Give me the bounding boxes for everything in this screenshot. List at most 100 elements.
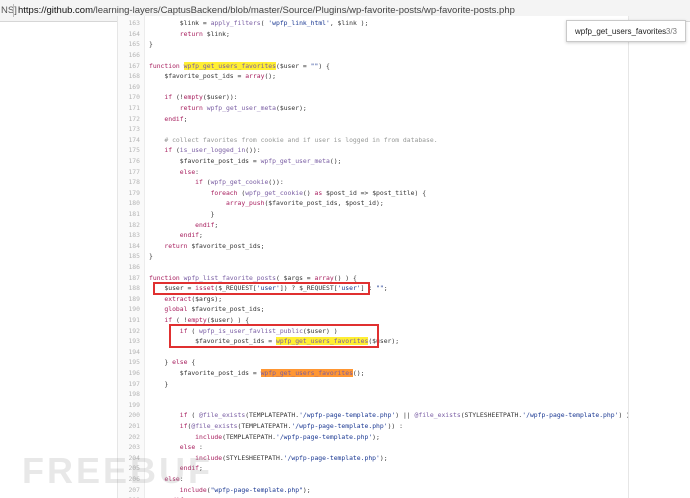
line-number[interactable]: 191 bbox=[118, 315, 140, 326]
line-number[interactable]: 200 bbox=[118, 410, 140, 421]
code-line: 189 extract($args); bbox=[118, 294, 628, 305]
code-text: $favorite_post_ids = wpfp_get_user_meta(… bbox=[149, 157, 342, 165]
watermark-logo: FREEBUF bbox=[22, 450, 213, 491]
url-path: /learning-layers/CaptusBackend/blob/mast… bbox=[92, 5, 515, 16]
line-number[interactable]: 196 bbox=[118, 368, 140, 379]
find-query-text[interactable]: wpfp_get_users_favorites bbox=[575, 27, 666, 36]
code-text: if (!empty($user)): bbox=[164, 93, 238, 102]
line-number[interactable]: 174 bbox=[118, 135, 140, 146]
line-number[interactable]: 201 bbox=[118, 421, 140, 432]
line-number[interactable]: 186 bbox=[118, 262, 140, 273]
code-text: endif; bbox=[164, 114, 188, 123]
code-line: 197 } bbox=[118, 379, 628, 390]
line-number[interactable]: 187 bbox=[118, 273, 140, 284]
code-text: array_push($favorite_post_ids, $post_id)… bbox=[225, 199, 384, 208]
code-text: include(TEMPLATEPATH.'/wpfp-page-templat… bbox=[195, 432, 380, 441]
code-line: 201 if(@file_exists(TEMPLATEPATH.'/wpfp-… bbox=[118, 421, 628, 432]
code-line: 198 bbox=[118, 389, 628, 400]
line-number[interactable]: 184 bbox=[118, 241, 140, 252]
line-number[interactable]: 193 bbox=[118, 336, 140, 347]
code-line: 172 endif; bbox=[118, 114, 628, 125]
code-text: return wpfp_get_user_meta($user); bbox=[179, 104, 307, 112]
code-line: 168 $favorite_post_ids = array(); bbox=[118, 71, 628, 82]
code-line: 199 bbox=[118, 400, 628, 411]
annotation-box-favlist-public bbox=[169, 324, 379, 349]
line-number[interactable]: 188 bbox=[118, 283, 140, 294]
annotation-box-user-request bbox=[153, 281, 370, 296]
line-number[interactable]: 195 bbox=[118, 357, 140, 368]
code-line: 163 $link = apply_filters( 'wpfp_link_ht… bbox=[118, 18, 628, 29]
code-line: 177 else: bbox=[118, 167, 628, 178]
code-line: 194 bbox=[118, 347, 628, 358]
line-number[interactable]: 202 bbox=[118, 432, 140, 443]
line-number[interactable]: 163 bbox=[118, 18, 140, 29]
code-line: 186 bbox=[118, 262, 628, 273]
code-text: } bbox=[149, 210, 215, 218]
code-line: 164 return $link; bbox=[118, 29, 628, 40]
line-number[interactable]: 190 bbox=[118, 304, 140, 315]
url-prefix: NS] bbox=[1, 5, 17, 16]
url-text[interactable]: https://github.com/learning-layers/Captu… bbox=[18, 5, 515, 16]
code-line: 167 function wpfp_get_users_favorites($us… bbox=[118, 61, 628, 72]
code-text: $favorite_post_ids = wpfp_get_users_favo… bbox=[149, 369, 365, 377]
line-number[interactable]: 176 bbox=[118, 156, 140, 167]
code-line: 202 include(TEMPLATEPATH.'/wpfp-page-tem… bbox=[118, 432, 628, 443]
line-number[interactable]: 178 bbox=[118, 177, 140, 188]
code-line: 170 if (!empty($user)): bbox=[118, 92, 628, 103]
line-number[interactable]: 189 bbox=[118, 294, 140, 305]
code-text: if (is_user_logged_in()): bbox=[164, 146, 261, 155]
code-line: 173 bbox=[118, 124, 628, 135]
code-line: 175 if (is_user_logged_in()): bbox=[118, 145, 628, 156]
line-number[interactable]: 165 bbox=[118, 39, 140, 50]
line-number[interactable]: 166 bbox=[118, 50, 140, 61]
line-number[interactable]: 194 bbox=[118, 347, 140, 358]
line-number[interactable]: 168 bbox=[118, 71, 140, 82]
code-line: 195 } else { bbox=[118, 357, 628, 368]
line-number[interactable]: 199 bbox=[118, 400, 140, 411]
code-text: if(@file_exists(TEMPLATEPATH.'/wpfp-page… bbox=[179, 422, 403, 430]
code-line: 178 if (wpfp_get_cookie()): bbox=[118, 177, 628, 188]
url-host: https://github.com bbox=[18, 5, 93, 16]
line-number[interactable]: 172 bbox=[118, 114, 140, 125]
code-view: 163 $link = apply_filters( 'wpfp_link_ht… bbox=[117, 16, 629, 498]
line-number[interactable]: 197 bbox=[118, 379, 140, 390]
code-text: return $favorite_post_ids; bbox=[164, 241, 265, 250]
code-line: 184 return $favorite_post_ids; bbox=[118, 241, 628, 252]
line-number[interactable]: 185 bbox=[118, 251, 140, 262]
line-number[interactable]: 179 bbox=[118, 188, 140, 199]
code-text: } bbox=[149, 379, 169, 388]
line-number[interactable]: 167 bbox=[118, 61, 140, 72]
line-number[interactable]: 198 bbox=[118, 389, 140, 400]
line-number[interactable]: 182 bbox=[118, 220, 140, 231]
code-text: } bbox=[149, 40, 153, 49]
code-text: endif; bbox=[179, 231, 203, 240]
line-number[interactable]: 169 bbox=[118, 82, 140, 93]
code-line: 183 endif; bbox=[118, 230, 628, 241]
line-number[interactable]: 175 bbox=[118, 145, 140, 156]
code-line: 169 bbox=[118, 82, 628, 93]
code-line: 171 return wpfp_get_user_meta($user); bbox=[118, 103, 628, 114]
code-line: 190 global $favorite_post_ids; bbox=[118, 304, 628, 315]
line-number[interactable]: 173 bbox=[118, 124, 140, 135]
find-in-page-bar[interactable]: wpfp_get_users_favorites 3/3 bbox=[566, 20, 686, 42]
code-line: 200 if ( @file_exists(TEMPLATEPATH.'/wpf… bbox=[118, 410, 628, 421]
find-match-count: 3/3 bbox=[665, 27, 677, 36]
line-number[interactable]: 170 bbox=[118, 92, 140, 103]
code-text: function wpfp_get_users_favorites($user … bbox=[149, 61, 330, 70]
line-number[interactable]: 164 bbox=[118, 29, 140, 40]
line-number[interactable]: 181 bbox=[118, 209, 140, 220]
code-line: 179 foreach (wpfp_get_cookie() as $post_… bbox=[118, 188, 628, 199]
line-number[interactable]: 192 bbox=[118, 326, 140, 337]
code-text: endif; bbox=[195, 220, 219, 229]
code-line: 196 $favorite_post_ids = wpfp_get_users_… bbox=[118, 368, 628, 379]
line-number[interactable]: 183 bbox=[118, 230, 140, 241]
line-number[interactable]: 171 bbox=[118, 103, 140, 114]
code-text: global $favorite_post_ids; bbox=[164, 305, 265, 314]
line-number[interactable]: 177 bbox=[118, 167, 140, 178]
code-line: 165} bbox=[118, 39, 628, 50]
code-line: 181 } bbox=[118, 209, 628, 220]
code-line: 185} bbox=[118, 251, 628, 262]
code-line: 180 array_push($favorite_post_ids, $post… bbox=[118, 198, 628, 209]
line-number[interactable]: 180 bbox=[118, 198, 140, 209]
code-text: $favorite_post_ids = array(); bbox=[149, 72, 276, 81]
